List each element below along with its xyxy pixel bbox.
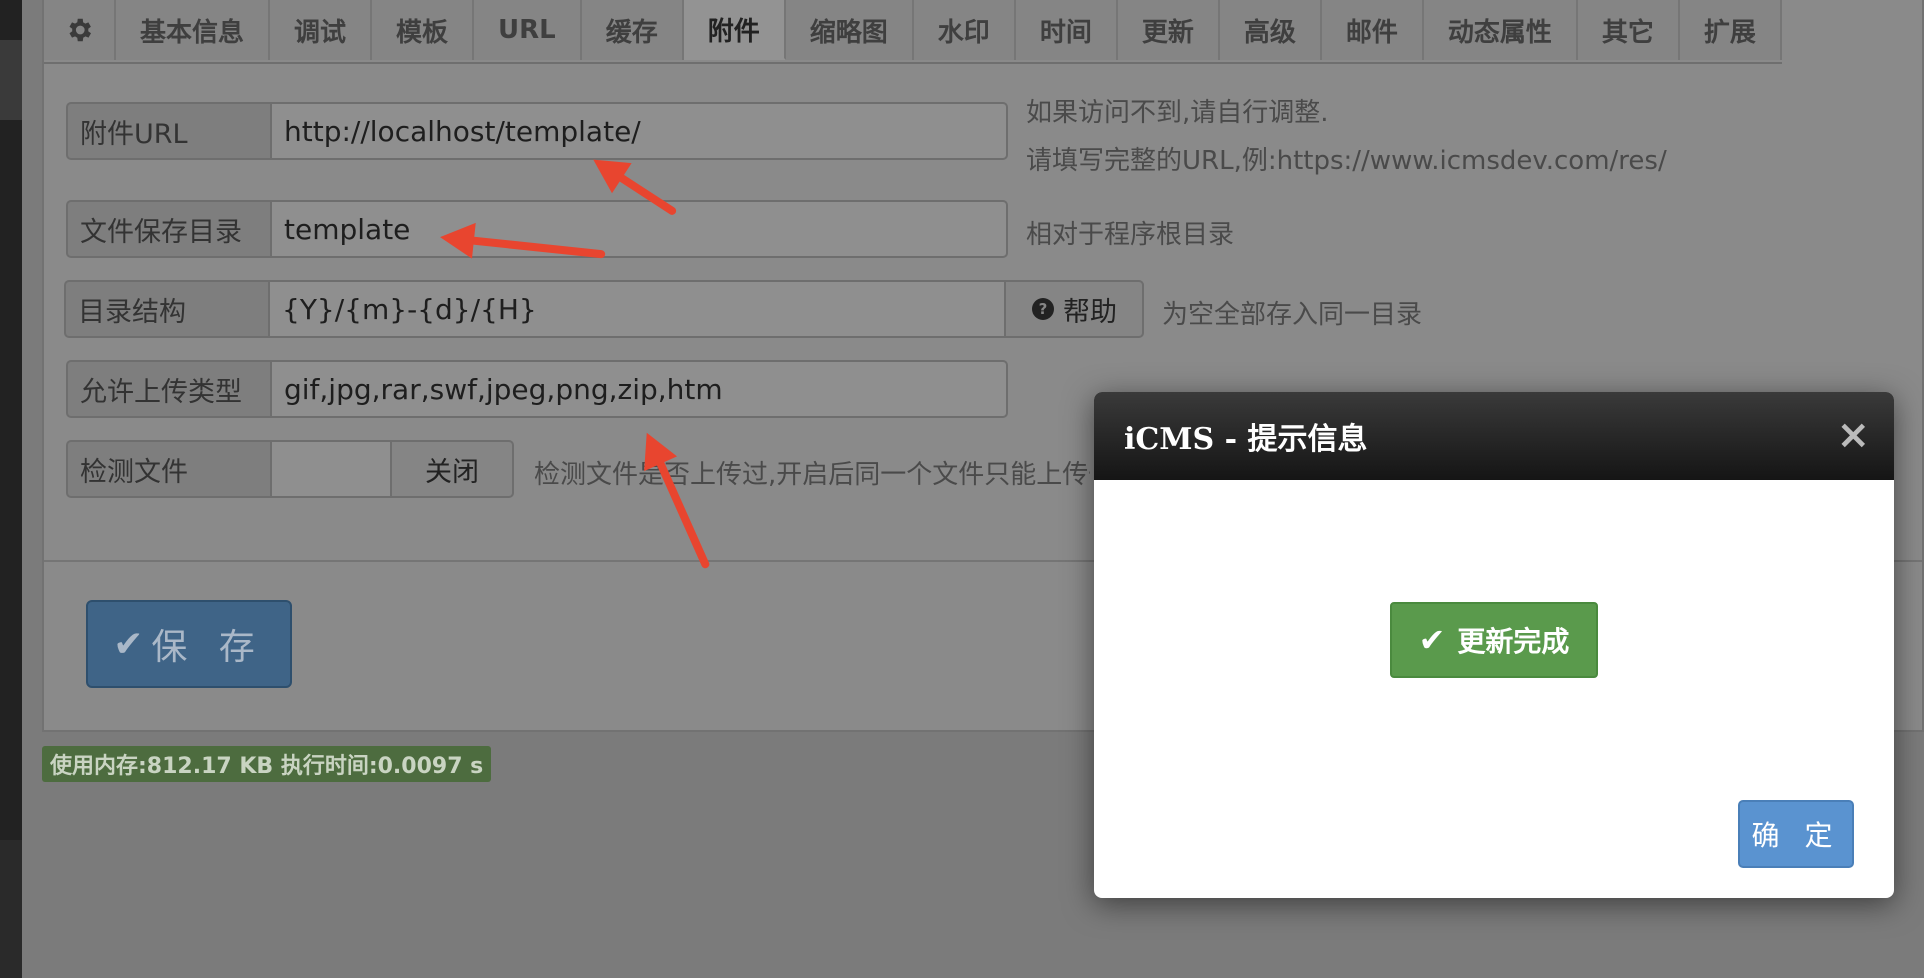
attach-url-input[interactable]: http://localhost/template/ (270, 102, 1008, 160)
check-file-help: 检测文件是否上传过,开启后同一个文件只能上传一次 (534, 460, 1090, 490)
gear-icon-svg (69, 18, 91, 42)
save-button[interactable]: ✔ 保 存 (86, 600, 292, 688)
tab-watermark[interactable]: 水印 (913, 0, 1016, 60)
sidebar-segment (0, 40, 22, 120)
attach-url-help-2: 请填写完整的URL,例:https://www.icmsdev.com/res/ (1026, 146, 1667, 176)
row-allowed-types: 允许上传类型 gif,jpg,rar,swf,jpeg,png,zip,htm (66, 360, 1008, 418)
tab-template[interactable]: 模板 (372, 0, 475, 60)
help-button-label: 帮助 (1063, 296, 1117, 328)
tab-update[interactable]: 更新 (1117, 0, 1220, 60)
dir-structure-label: 目录结构 (64, 280, 268, 338)
check-file-toggle[interactable]: 关闭 (392, 440, 514, 498)
tab-url[interactable]: URL (474, 0, 582, 60)
allowed-types-input[interactable]: gif,jpg,rar,swf,jpeg,png,zip,htm (270, 360, 1008, 418)
row-attach-url: 附件URL http://localhost/template/ (66, 102, 1008, 160)
question-circle-icon: ? (1032, 298, 1054, 320)
left-sidebar-strip (0, 0, 22, 978)
check-icon: ✔ (113, 623, 144, 665)
check-file-label: 检测文件 (66, 440, 270, 498)
svg-text:?: ? (1039, 300, 1048, 318)
tab-advanced[interactable]: 高级 (1219, 0, 1322, 60)
dir-structure-help-button[interactable]: ? 帮助 (1006, 280, 1144, 338)
tab-extensions[interactable]: 扩展 (1679, 0, 1782, 60)
ok-button[interactable]: 确 定 (1738, 800, 1854, 868)
attach-url-label: 附件URL (66, 102, 270, 160)
check-icon: ✔ (1418, 621, 1446, 659)
check-file-input[interactable] (270, 440, 392, 498)
tab-dynamic-props[interactable]: 动态属性 (1423, 0, 1578, 60)
tab-cache[interactable]: 缓存 (581, 0, 684, 60)
success-message-text: 更新完成 (1457, 625, 1570, 658)
tab-other[interactable]: 其它 (1577, 0, 1680, 60)
success-message: ✔ 更新完成 (1390, 602, 1598, 678)
save-button-label: 保 存 (151, 627, 265, 668)
tab-debug[interactable]: 调试 (270, 0, 373, 60)
save-dir-input[interactable]: template (270, 200, 1008, 258)
close-icon[interactable]: × (1836, 412, 1870, 458)
tab-attachment[interactable]: 附件 (683, 0, 786, 60)
dialog-title: iCMS - 提示信息 (1124, 422, 1368, 457)
save-dir-help: 相对于程序根目录 (1026, 220, 1235, 250)
tab-time[interactable]: 时间 (1015, 0, 1118, 60)
tab-basic-info[interactable]: 基本信息 (116, 0, 271, 60)
settings-tabs: 基本信息 调试 模板 URL 缓存 附件 缩略图 水印 时间 更新 高级 邮件 … (44, 0, 1782, 64)
row-dir-structure: 目录结构 {Y}/{m}-{d}/{H} ? 帮助 (64, 280, 1144, 338)
sidebar-segment (0, 840, 22, 978)
allowed-types-label: 允许上传类型 (66, 360, 270, 418)
dir-structure-help: 为空全部存入同一目录 (1162, 300, 1423, 330)
dir-structure-input[interactable]: {Y}/{m}-{d}/{H} (268, 280, 1006, 338)
row-check-file: 检测文件 关闭 (66, 440, 514, 498)
gear-icon[interactable] (44, 0, 116, 60)
tab-thumbnail[interactable]: 缩略图 (785, 0, 914, 60)
save-dir-label: 文件保存目录 (66, 200, 270, 258)
attach-url-help-1: 如果访问不到,请自行调整. (1026, 98, 1329, 128)
status-bar: 使用内存:812.17 KB 执行时间:0.0097 s (42, 746, 492, 782)
dialog-header: iCMS - 提示信息 × (1094, 392, 1894, 480)
tab-mail[interactable]: 邮件 (1321, 0, 1424, 60)
alert-dialog: iCMS - 提示信息 × ✔ 更新完成 确 定 (1094, 392, 1894, 898)
